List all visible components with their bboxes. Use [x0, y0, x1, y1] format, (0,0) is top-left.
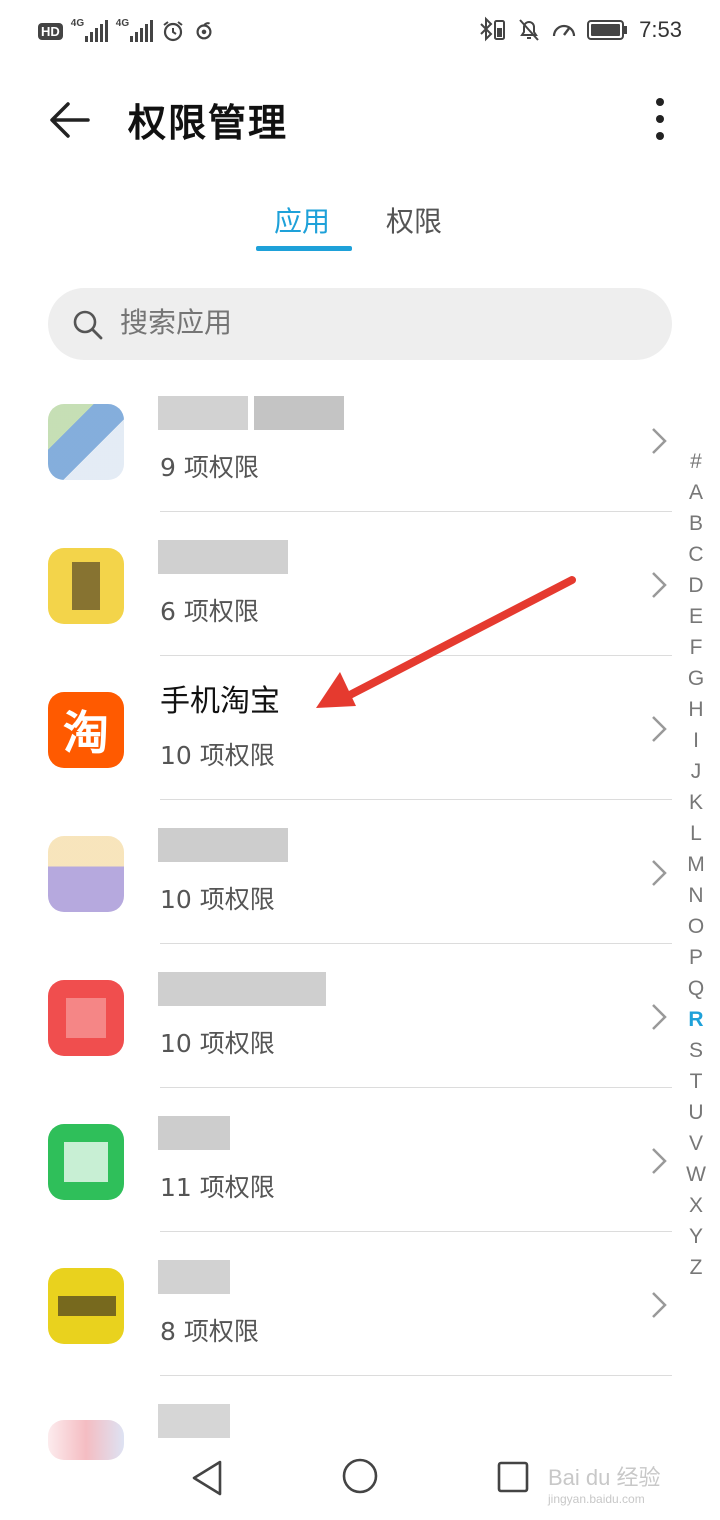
app-icon [48, 836, 124, 912]
circle-home-icon[interactable] [340, 1456, 380, 1496]
back-button[interactable] [40, 92, 96, 148]
app-name-blurred [158, 828, 338, 862]
list-item-taobao[interactable]: 淘 手机淘宝 10 项权限 [0, 656, 672, 800]
index-letter[interactable]: B [680, 508, 712, 539]
more-options-button[interactable] [640, 92, 680, 148]
clock: 7:53 [639, 17, 682, 42]
taobao-logo-glyph: 淘 [63, 706, 109, 760]
watermark-main: Bai du 经验 [548, 1465, 661, 1490]
app-name-blurred [158, 1260, 338, 1294]
index-letter[interactable]: P [680, 942, 712, 973]
square-recents-icon[interactable] [496, 1460, 530, 1494]
app-name: 手机淘宝 [160, 684, 280, 719]
app-permission-count: 10 项权限 [160, 741, 275, 770]
index-letter[interactable]: V [680, 1128, 712, 1159]
app-name-blurred [158, 540, 338, 574]
list-item[interactable]: 8 项权限 [0, 1232, 672, 1376]
mute-bell-icon [519, 19, 539, 41]
app-name-blurred [158, 1116, 338, 1150]
more-vertical-icon [656, 98, 664, 140]
app-icon [48, 404, 124, 480]
hd-voice-badge: HD [38, 22, 63, 40]
tab-indicator [256, 246, 352, 251]
alphabet-index[interactable]: # A B C D E F G H I J K L M N O P Q R S T U V W X Y Z [680, 446, 712, 1283]
title-bar: 权限管理 [0, 62, 720, 172]
list-item[interactable]: 9 项权限 [0, 368, 672, 512]
chevron-right-icon [652, 1292, 667, 1318]
list-item[interactable]: 6 项权限 [0, 512, 672, 656]
chevron-right-icon [652, 716, 667, 742]
app-permission-count: 6 项权限 [160, 597, 259, 626]
alarm-icon [163, 21, 183, 42]
search-icon [73, 310, 103, 340]
app-icon [48, 980, 124, 1056]
index-letter[interactable]: T [680, 1066, 712, 1097]
index-letter[interactable]: W [680, 1159, 712, 1190]
triangle-back-icon[interactable] [188, 1458, 228, 1498]
bluetooth-battery-icon [480, 16, 506, 42]
network-type-label-2: 4G [115, 18, 130, 29]
index-letter[interactable]: Y [680, 1221, 712, 1252]
index-letter[interactable]: Z [680, 1252, 712, 1283]
index-letter[interactable]: Q [680, 973, 712, 1004]
signal-icon-2: 4G [115, 18, 153, 42]
chevron-right-icon [652, 572, 667, 598]
index-letter[interactable]: H [680, 694, 712, 725]
app-icon [48, 1124, 124, 1200]
chevron-right-icon [652, 1148, 667, 1174]
index-letter[interactable]: J [680, 756, 712, 787]
index-letter[interactable]: K [680, 787, 712, 818]
index-letter[interactable]: A [680, 477, 712, 508]
app-name-blurred [158, 396, 344, 430]
status-left: HD 4G 4G [38, 16, 215, 46]
chevron-right-icon [652, 1004, 667, 1030]
app-permission-count: 11 项权限 [160, 1173, 275, 1202]
tab-permissions[interactable]: 权限 [386, 200, 442, 240]
app-permission-count: 8 项权限 [160, 1317, 259, 1346]
status-bar: HD 4G 4G 7:53 [0, 0, 720, 62]
index-letter[interactable]: X [680, 1190, 712, 1221]
nav-bar: Bai du 经验 jingyan.baidu.com [0, 1430, 720, 1520]
network-type-label: 4G [70, 18, 85, 29]
index-letter[interactable]: D [680, 570, 712, 601]
list-item[interactable]: 11 项权限 [0, 1088, 672, 1232]
index-letter[interactable]: M [680, 849, 712, 880]
list-item[interactable]: 10 项权限 [0, 800, 672, 944]
back-arrow-icon [50, 102, 90, 138]
index-letter[interactable]: R [680, 1004, 712, 1035]
watermark-sub: jingyan.baidu.com [548, 1492, 645, 1506]
index-letter[interactable]: G [680, 663, 712, 694]
watermark: Bai du 经验 jingyan.baidu.com [548, 1460, 661, 1506]
app-permission-count: 10 项权限 [160, 885, 275, 914]
app-icon [48, 1268, 124, 1344]
app-name-blurred [158, 972, 338, 1006]
index-letter[interactable]: S [680, 1035, 712, 1066]
index-letter[interactable]: E [680, 601, 712, 632]
app-icon [48, 548, 124, 624]
index-letter[interactable]: U [680, 1097, 712, 1128]
index-letter[interactable]: L [680, 818, 712, 849]
index-letter[interactable]: C [680, 539, 712, 570]
index-letter[interactable]: F [680, 632, 712, 663]
index-letter[interactable]: N [680, 880, 712, 911]
status-right: 7:53 [477, 14, 682, 46]
tab-bar: 应用 权限 [0, 190, 720, 256]
index-letter[interactable]: I [680, 725, 712, 756]
list-item[interactable]: 10 项权限 [0, 944, 672, 1088]
chevron-right-icon [652, 428, 667, 454]
battery-icon [587, 20, 628, 40]
index-letter[interactable]: O [680, 911, 712, 942]
signal-icon: 4G [70, 18, 108, 42]
index-letter[interactable]: # [680, 446, 712, 477]
search-input[interactable] [120, 306, 620, 339]
sync-icon [196, 22, 212, 40]
speedometer-icon [553, 24, 576, 37]
chevron-right-icon [652, 860, 667, 886]
search-bar[interactable] [48, 288, 672, 360]
app-permission-count: 9 项权限 [160, 453, 259, 482]
taobao-app-icon: 淘 [48, 692, 124, 768]
tab-apps[interactable]: 应用 [274, 200, 330, 240]
page-title: 权限管理 [128, 101, 289, 145]
app-permission-count: 10 项权限 [160, 1029, 275, 1058]
